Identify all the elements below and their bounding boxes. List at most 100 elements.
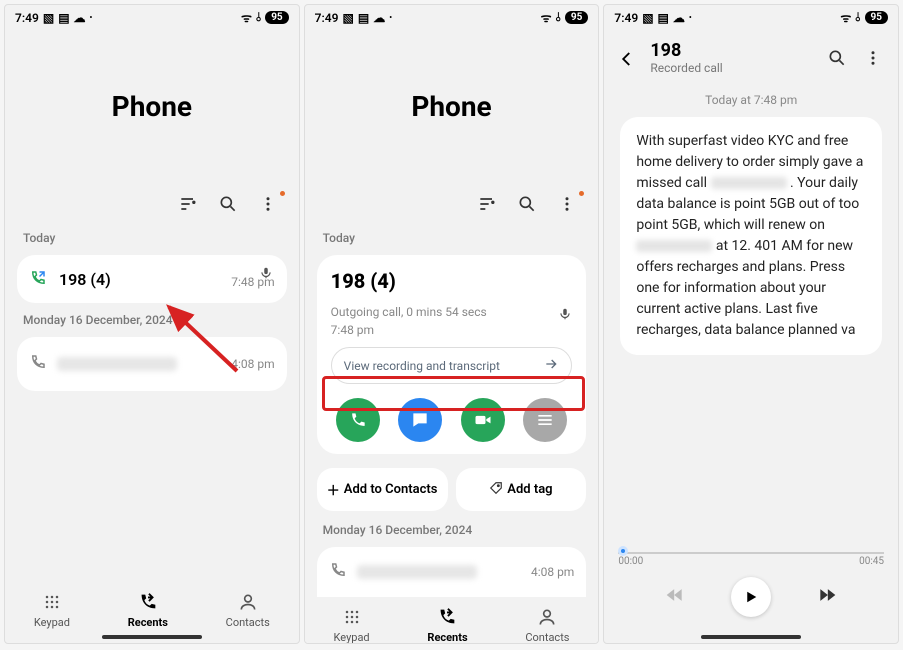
- add-to-contacts-button[interactable]: ＋ Add to Contacts: [317, 468, 448, 511]
- app-title: Phone: [305, 90, 599, 123]
- seek-thumb[interactable]: [618, 546, 628, 556]
- screen-recorded-call: 7:49 ▧ ▤ ☁ • ᯤ ⫰ 95 198 Recorded call: [603, 4, 899, 644]
- status-time: 7:49: [15, 11, 39, 25]
- transcript-text: at 12. 401 AM for new offers recharges a…: [636, 238, 855, 338]
- call-icon: [329, 561, 347, 583]
- message-button[interactable]: [398, 398, 442, 442]
- rc-timestamp: Today at 7:48 pm: [604, 93, 898, 107]
- nav-keypad[interactable]: Keypad: [34, 590, 70, 629]
- rewind-button[interactable]: [665, 585, 685, 609]
- nav-label: Contacts: [525, 631, 569, 644]
- search-icon[interactable]: [516, 193, 538, 215]
- toolbar: [305, 193, 599, 225]
- status-sms-icon: ▤: [58, 11, 69, 25]
- bottom-nav: Keypad Recents Contacts: [305, 597, 599, 644]
- status-cloud-icon: ☁: [673, 11, 685, 25]
- call-time: 4:08 pm: [231, 357, 274, 371]
- search-icon[interactable]: [826, 47, 848, 69]
- overflow-icon[interactable]: [862, 47, 884, 69]
- status-battery: 95: [865, 11, 888, 24]
- nav-label: Recents: [427, 631, 467, 644]
- section-today: Today: [5, 225, 299, 251]
- status-time: 7:49: [614, 11, 638, 25]
- status-sms-icon: ▤: [658, 11, 669, 25]
- notification-dot: [579, 191, 584, 196]
- tag-icon: [489, 481, 503, 499]
- status-image-icon: ▧: [642, 11, 653, 25]
- nav-contacts[interactable]: Contacts: [226, 590, 270, 629]
- status-image-icon: ▧: [43, 11, 54, 25]
- keypad-icon: [40, 590, 64, 614]
- filter-icon[interactable]: [476, 193, 498, 215]
- screen-recents-collapsed: 7:49 ▧ ▤ ☁ • ᯤ ⫰ 95 Phone Today 198 (4): [4, 4, 300, 644]
- status-cloud-icon: ☁: [74, 11, 86, 25]
- status-image-icon: ▧: [343, 11, 354, 25]
- forward-button[interactable]: [817, 585, 837, 609]
- nav-label: Keypad: [34, 616, 70, 629]
- more-button[interactable]: [523, 398, 567, 442]
- seek-bar[interactable]: [618, 552, 884, 554]
- recorded-badge-icon: [259, 265, 273, 279]
- transcript-bubble: With superfast video KYC and free home d…: [620, 117, 882, 355]
- nav-label: Keypad: [334, 631, 370, 644]
- status-bar: 7:49 ▧ ▤ ☁ • ᯤ ⫰ 95: [305, 5, 599, 30]
- call-log-item[interactable]: 198 (4) 7:48 pm: [17, 255, 287, 303]
- search-icon[interactable]: [217, 193, 239, 215]
- toolbar: [5, 193, 299, 225]
- keypad-icon: [340, 605, 364, 629]
- add-contacts-label: Add to Contacts: [344, 482, 438, 497]
- secondary-actions: ＋ Add to Contacts Add tag: [317, 468, 587, 511]
- status-signal-icon: ⫰: [855, 10, 860, 25]
- section-older: Monday 16 December, 2024: [5, 307, 299, 333]
- recents-icon: [435, 605, 459, 629]
- nav-keypad[interactable]: Keypad: [334, 605, 370, 644]
- plus-icon: ＋: [327, 480, 340, 499]
- nav-label: Contacts: [226, 616, 270, 629]
- status-cloud-icon: ☁: [373, 11, 385, 25]
- call-number: 198 (4): [331, 269, 573, 293]
- video-call-button[interactable]: [461, 398, 505, 442]
- status-sms-icon: ▤: [358, 11, 369, 25]
- status-dot: •: [389, 13, 392, 22]
- call-log-item[interactable]: 4:08 pm: [17, 337, 287, 391]
- contacts-icon: [236, 590, 260, 614]
- outgoing-call-icon: [29, 269, 49, 289]
- status-bar: 7:49 ▧ ▤ ☁ • ᯤ ⫰ 95: [5, 5, 299, 30]
- nav-recents[interactable]: Recents: [427, 605, 467, 644]
- back-button[interactable]: [618, 50, 634, 66]
- call-log-item[interactable]: 4:08 pm: [317, 547, 587, 597]
- status-time: 7:49: [315, 11, 339, 25]
- status-wifi-icon: ᯤ: [840, 9, 851, 26]
- status-battery: 95: [565, 11, 588, 24]
- call-time: 7:48 pm: [331, 323, 374, 337]
- overflow-icon[interactable]: [556, 193, 578, 215]
- notification-dot: [280, 191, 285, 196]
- overflow-icon[interactable]: [257, 193, 279, 215]
- status-bar: 7:49 ▧ ▤ ☁ • ᯤ ⫰ 95: [604, 5, 898, 30]
- home-indicator[interactable]: [701, 635, 801, 639]
- call-icon: [29, 353, 47, 375]
- view-recording-label: View recording and transcript: [344, 359, 500, 373]
- home-indicator[interactable]: [102, 635, 202, 639]
- call-button[interactable]: [336, 398, 380, 442]
- status-wifi-icon: ᯤ: [241, 9, 252, 26]
- screen-recents-expanded: 7:49 ▧ ▤ ☁ • ᯤ ⫰ 95 Phone Today 198 (4) …: [304, 4, 600, 644]
- redacted-number: [57, 357, 177, 371]
- app-title: Phone: [5, 90, 299, 123]
- add-tag-label: Add tag: [507, 482, 552, 497]
- section-older: Monday 16 December, 2024: [305, 517, 599, 543]
- call-meta: Outgoing call, 0 mins 54 secs 7:48 pm: [331, 303, 573, 339]
- nav-contacts[interactable]: Contacts: [525, 605, 569, 644]
- total-time: 00:45: [859, 556, 884, 567]
- view-recording-button[interactable]: View recording and transcript: [331, 347, 573, 384]
- nav-recents[interactable]: Recents: [128, 590, 168, 629]
- status-battery: 95: [265, 11, 288, 24]
- play-button[interactable]: [731, 577, 771, 617]
- bottom-nav: Keypad Recents Contacts: [5, 582, 299, 633]
- add-tag-button[interactable]: Add tag: [456, 468, 587, 511]
- elapsed-time: 00:00: [618, 556, 643, 567]
- redacted-text: [711, 177, 787, 189]
- contacts-icon: [535, 605, 559, 629]
- mic-icon: [558, 307, 572, 321]
- filter-icon[interactable]: [177, 193, 199, 215]
